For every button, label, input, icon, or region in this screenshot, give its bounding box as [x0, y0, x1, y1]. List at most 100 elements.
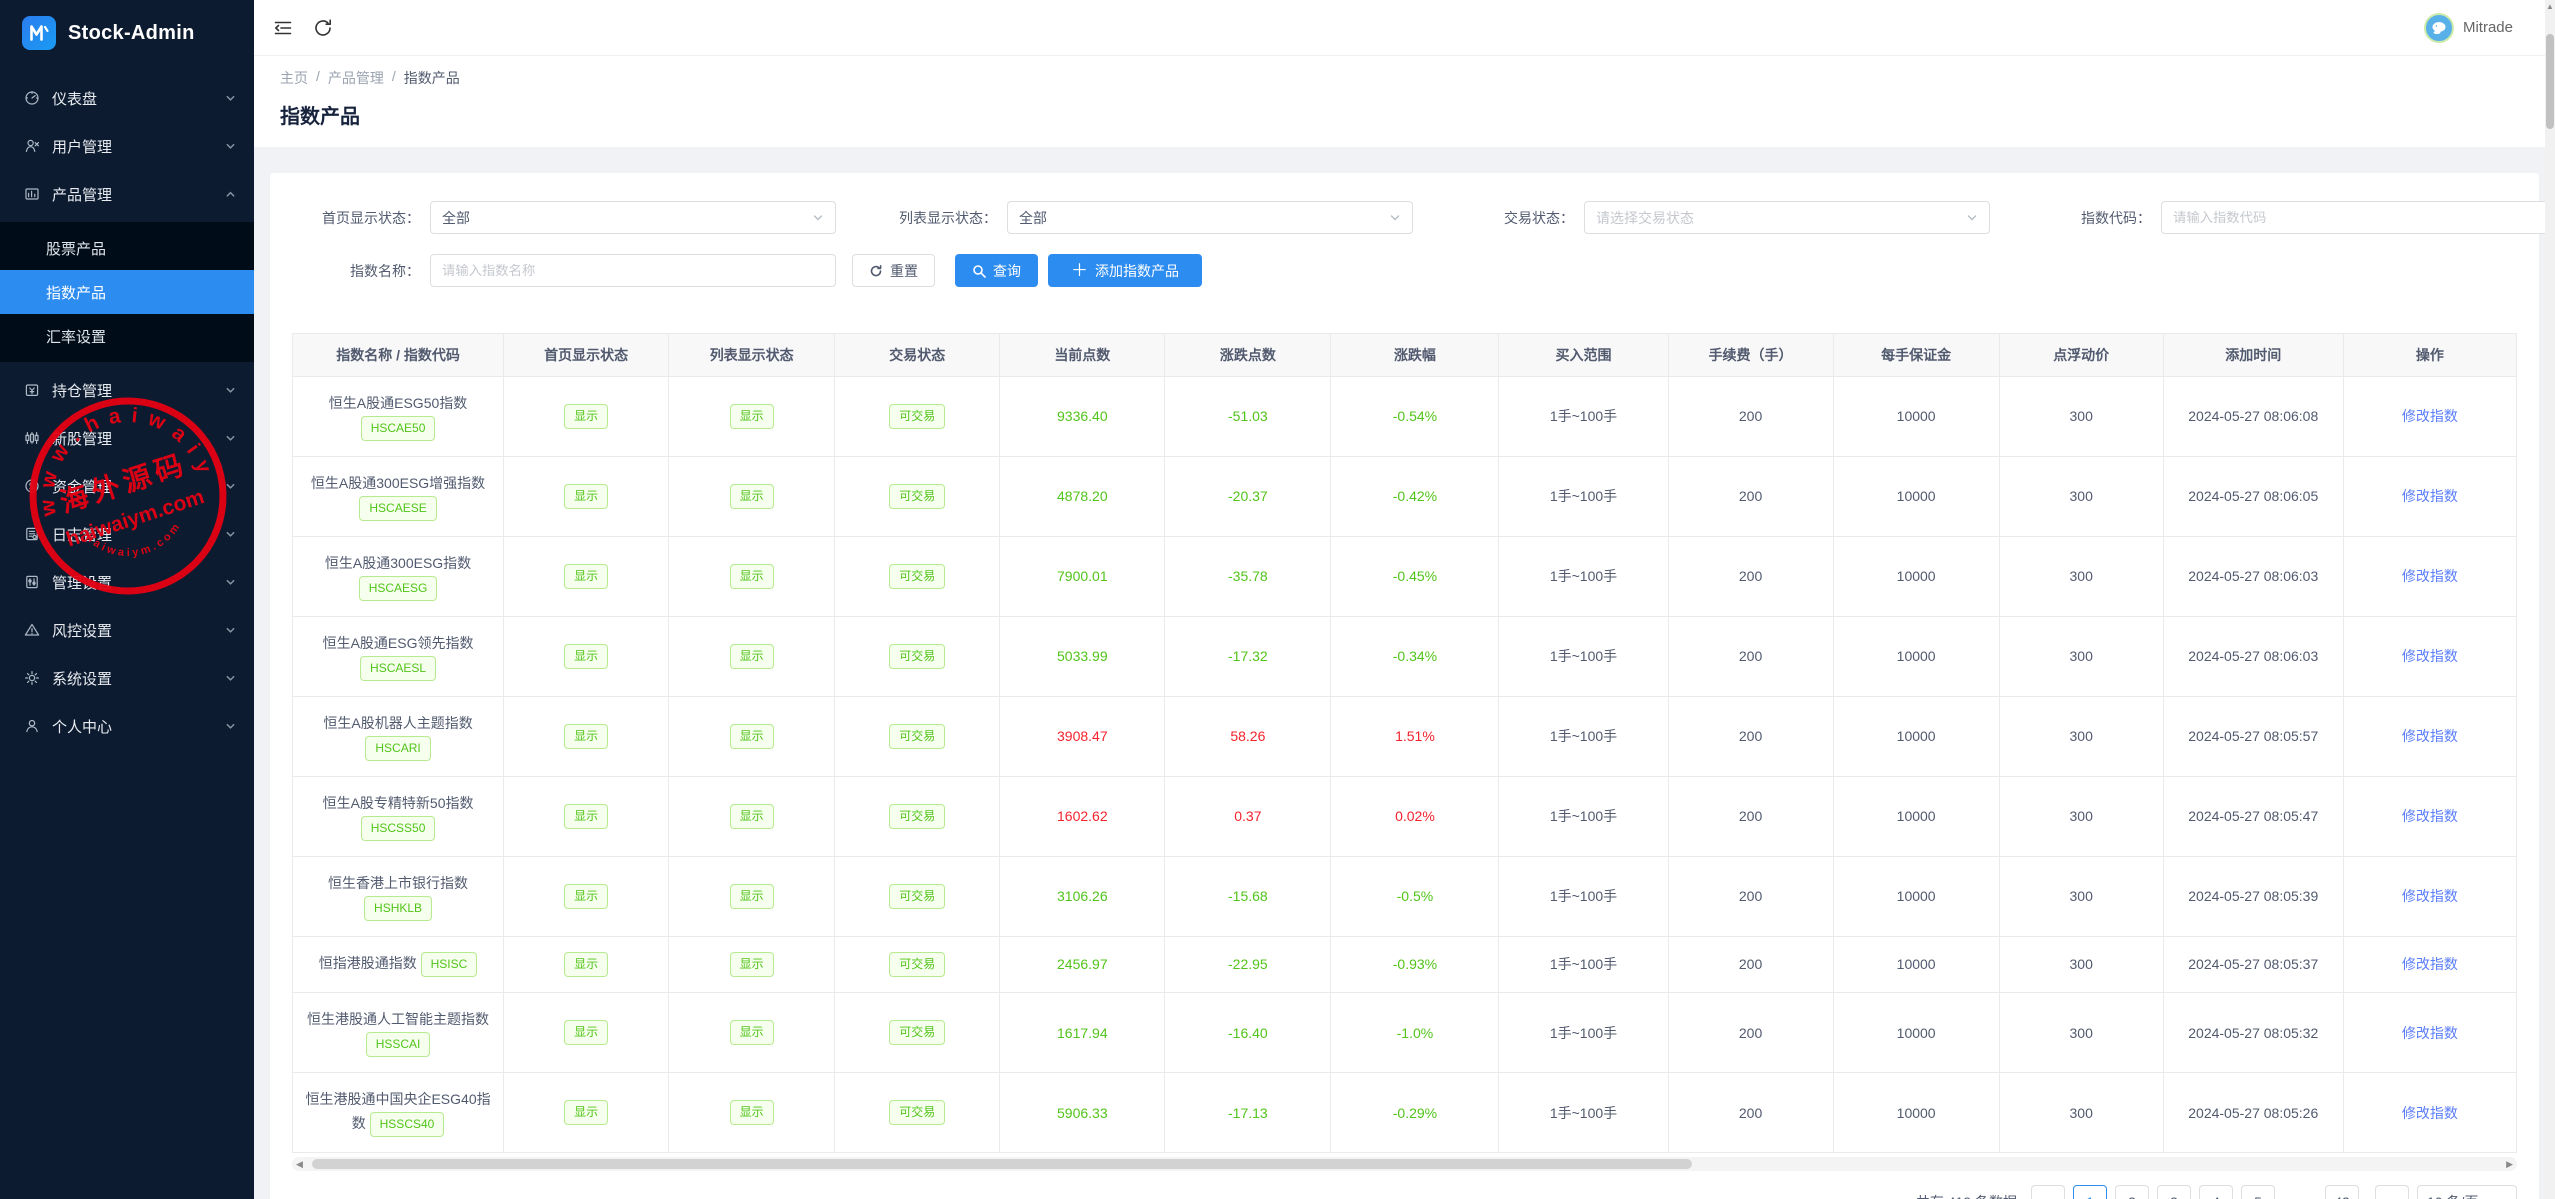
index-code-input[interactable] [2161, 201, 2555, 234]
edit-index-link[interactable]: 修改指数 [2402, 488, 2458, 504]
user-name[interactable]: Mitrade [2463, 19, 2513, 36]
next-page-button[interactable]: › [2375, 1185, 2409, 1199]
user-avatar[interactable] [2424, 13, 2454, 43]
table-row: 恒生A股机器人主题指数 HSCARI显示显示可交易3908.4758.261.5… [293, 696, 2517, 776]
buy-range: 1手~100手 [1550, 488, 1617, 504]
home-display-select[interactable]: 全部 [430, 201, 836, 234]
sidebar-item-profile[interactable]: 个人中心 [0, 706, 254, 746]
breadcrumb-separator: / [392, 68, 396, 88]
index-products-table: 指数名称 / 指数代码首页显示状态列表显示状态交易状态当前点数涨跌点数涨跌幅买入… [292, 333, 2517, 1153]
add-index-product-button[interactable]: ＋ 添加指数产品 [1048, 254, 1202, 287]
page-size-select[interactable]: 10 条/页 [2417, 1185, 2517, 1199]
chevron-down-icon [225, 577, 236, 588]
breadcrumb-item-0[interactable]: 主页 [280, 68, 308, 88]
trade-status-tag: 可交易 [889, 404, 945, 429]
sidebar-item-product-management[interactable]: 产品管理 [0, 174, 254, 214]
sidebar-item-ipo-management[interactable]: 新股管理 [0, 418, 254, 458]
refresh-icon[interactable] [312, 17, 334, 39]
page-button-3[interactable]: 3 [2157, 1185, 2191, 1199]
table-row: 恒生A股通300ESG增强指数 HSCAESE显示显示可交易4878.20-20… [293, 456, 2517, 536]
margin-per-lot: 10000 [1897, 728, 1936, 744]
edit-index-link[interactable]: 修改指数 [2402, 568, 2458, 584]
log-management-icon [24, 526, 40, 542]
search-button[interactable]: 查询 [955, 254, 1038, 287]
table-row: 恒生香港上市银行指数 HSHKLB显示显示可交易3106.26-15.68-0.… [293, 856, 2517, 936]
sidebar-item-system-settings[interactable]: 系统设置 [0, 658, 254, 698]
search-icon [972, 264, 986, 278]
horizontal-scrollbar[interactable]: ◀ ▶ [292, 1157, 2517, 1171]
column-header-7: 买入范围 [1499, 334, 1668, 377]
edit-index-link[interactable]: 修改指数 [2402, 728, 2458, 744]
list-display-status-tag: 显示 [730, 1100, 774, 1125]
sidebar-item-dashboard[interactable]: 仪表盘 [0, 78, 254, 118]
page-button-1[interactable]: 1 [2073, 1185, 2107, 1199]
scroll-left-icon[interactable]: ◀ [296, 1157, 303, 1171]
page-button-5[interactable]: 5 [2241, 1185, 2275, 1199]
reset-button[interactable]: 重置 [852, 254, 935, 287]
margin-per-lot: 10000 [1897, 408, 1936, 424]
sidebar-item-admin-settings[interactable]: 管理设置 [0, 562, 254, 602]
sidebar-subitem-2[interactable]: 汇率设置 [0, 314, 254, 358]
sidebar-item-risk-settings[interactable]: 风控设置 [0, 610, 254, 650]
edit-index-link[interactable]: 修改指数 [2402, 408, 2458, 424]
page-button-2[interactable]: 2 [2115, 1185, 2149, 1199]
buy-range: 1手~100手 [1550, 648, 1617, 664]
index-name-input[interactable] [430, 254, 836, 287]
prev-page-button[interactable]: ‹ [2031, 1185, 2065, 1199]
index-name: 恒生香港上市银行指数 [328, 875, 468, 891]
trade-status-tag: 可交易 [889, 644, 945, 669]
home-display-status-tag: 显示 [564, 952, 608, 977]
trade-status-select[interactable]: 请选择交易状态 [1584, 201, 1990, 234]
list-display-status-tag: 显示 [730, 484, 774, 509]
scroll-right-icon[interactable]: ▶ [2506, 1157, 2513, 1171]
index-code-badge: HSSCAI [366, 1032, 431, 1057]
risk-settings-icon [24, 622, 40, 638]
trade-status-tag: 可交易 [889, 724, 945, 749]
horizontal-scrollbar-thumb[interactable] [312, 1159, 1692, 1169]
column-header-2: 列表显示状态 [669, 334, 835, 377]
float-price: 300 [2070, 488, 2093, 504]
change-percent: -0.29% [1393, 1105, 1437, 1121]
sidebar-item-position-management[interactable]: 持仓管理 [0, 370, 254, 410]
margin-per-lot: 10000 [1897, 648, 1936, 664]
trade-status-tag: 可交易 [889, 484, 945, 509]
trade-status-label: 交易状态： [1446, 208, 1574, 228]
page-button-4[interactable]: 4 [2199, 1185, 2233, 1199]
edit-index-link[interactable]: 修改指数 [2402, 808, 2458, 824]
sidebar-subitem-1[interactable]: 指数产品 [0, 270, 254, 314]
sidebar-item-log-management[interactable]: 日志管理 [0, 514, 254, 554]
edit-index-link[interactable]: 修改指数 [2402, 1025, 2458, 1041]
page-title: 指数产品 [280, 100, 2529, 129]
edit-index-link[interactable]: 修改指数 [2402, 648, 2458, 664]
vertical-scrollbar[interactable]: ▲ [2545, 0, 2555, 1199]
change-percent: -0.45% [1393, 568, 1437, 584]
edit-index-link[interactable]: 修改指数 [2402, 956, 2458, 972]
current-points: 2456.97 [1057, 956, 1108, 972]
change-percent: 0.02% [1395, 808, 1435, 824]
pagination-total: 共有 419 条数据 [1916, 1192, 2017, 1199]
sidebar-subitem-0[interactable]: 股票产品 [0, 226, 254, 270]
float-price: 300 [2070, 888, 2093, 904]
chevron-down-icon [1966, 212, 1978, 224]
sidebar-item-funds-management[interactable]: 资金管理 [0, 466, 254, 506]
column-header-12: 操作 [2343, 334, 2516, 377]
list-display-status-tag: 显示 [730, 804, 774, 829]
breadcrumb-item-1[interactable]: 产品管理 [328, 68, 384, 88]
sidebar-item-user-management[interactable]: 用户管理 [0, 126, 254, 166]
scroll-up-icon[interactable]: ▲ [2545, 2, 2555, 11]
page-button-42[interactable]: 42 [2325, 1185, 2359, 1199]
list-display-select[interactable]: 全部 [1007, 201, 1413, 234]
home-display-status-tag: 显示 [564, 1100, 608, 1125]
edit-index-link[interactable]: 修改指数 [2402, 1105, 2458, 1121]
list-display-status-tag: 显示 [730, 644, 774, 669]
table-row: 恒指港股通指数 HSISC显示显示可交易2456.97-22.95-0.93%1… [293, 936, 2517, 992]
vertical-scrollbar-thumb[interactable] [2546, 34, 2554, 129]
edit-index-link[interactable]: 修改指数 [2402, 888, 2458, 904]
trade-status-tag: 可交易 [889, 884, 945, 909]
chevron-down-icon [225, 529, 236, 540]
filter-row-2: 指数名称： 重置 查询 ＋ 添加指数产品 [292, 254, 2517, 287]
breadcrumb-item-2[interactable]: 指数产品 [404, 68, 460, 88]
app-logo[interactable]: Stock-Admin [0, 0, 254, 66]
menu-fold-icon[interactable] [272, 17, 294, 39]
filter-row-1: 首页显示状态： 全部 列表显示状态： 全部 交易状态： [292, 201, 2517, 234]
